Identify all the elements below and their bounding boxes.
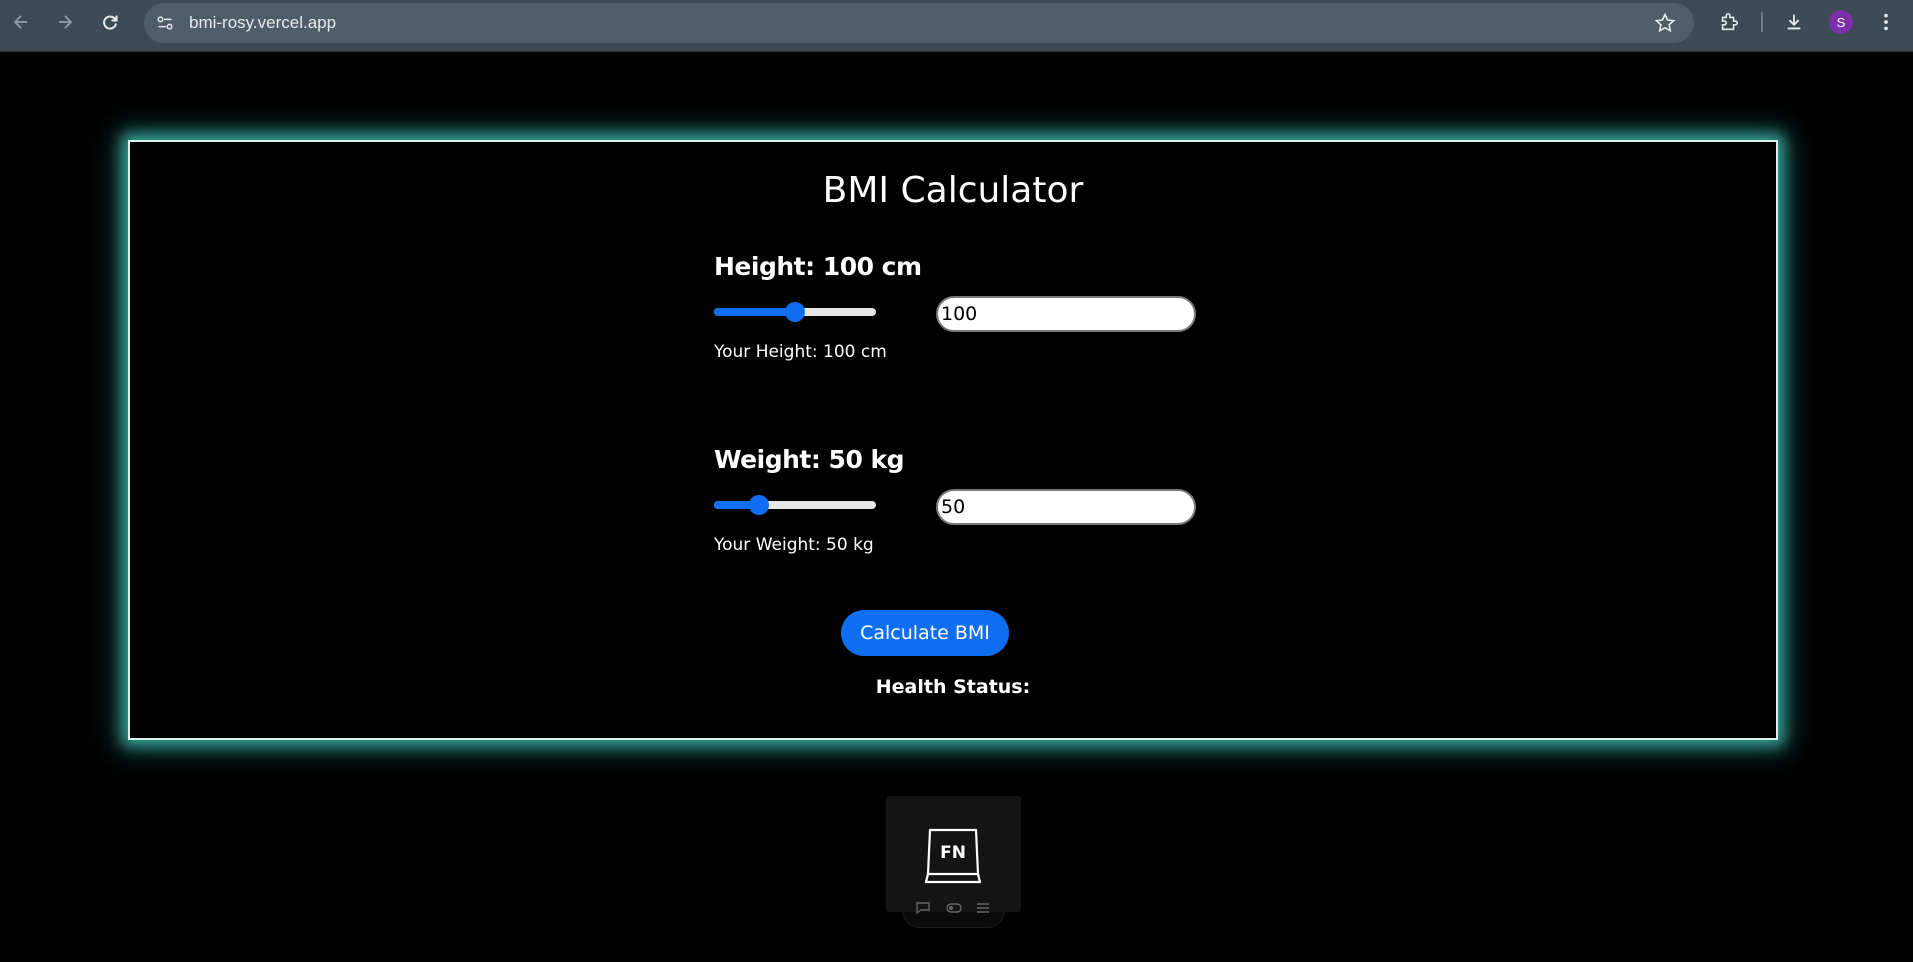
browser-toolbar: bmi-rosy.vercel.app S <box>0 0 1913 52</box>
weight-label: Weight: 50 kg <box>714 445 905 474</box>
url-text: bmi-rosy.vercel.app <box>189 13 337 32</box>
height-label: Height: 100 cm <box>714 252 922 281</box>
download-icon[interactable] <box>1781 9 1807 35</box>
menu-lines-icon[interactable] <box>974 901 992 915</box>
page-title: BMI Calculator <box>822 170 1084 211</box>
height-readout: Your Height: 100 cm <box>714 342 887 362</box>
back-button[interactable] <box>7 8 35 36</box>
weight-slider-thumb[interactable] <box>749 495 770 515</box>
weight-input[interactable]: 50 <box>936 489 1196 525</box>
fn-key-label: FN <box>940 843 966 863</box>
address-bar[interactable]: bmi-rosy.vercel.app <box>144 3 1694 43</box>
bookmark-star-icon[interactable] <box>1654 12 1676 34</box>
fn-key-icon: FN <box>924 828 982 884</box>
chat-icon[interactable] <box>914 901 932 915</box>
fn-widget[interactable]: FN <box>886 796 1021 912</box>
reload-button[interactable] <box>96 8 124 36</box>
back-icon <box>13 15 27 29</box>
site-settings-icon[interactable] <box>154 12 176 34</box>
profile-avatar[interactable]: S <box>1829 10 1853 34</box>
calculate-bmi-button[interactable]: Calculate BMI <box>841 610 1009 656</box>
bmi-card: BMI Calculator Height: 100 cm 100 Your H… <box>128 140 1778 740</box>
forward-button[interactable] <box>51 8 79 36</box>
menu-icon[interactable] <box>1873 9 1899 35</box>
height-slider[interactable] <box>714 302 876 322</box>
toolbar-divider <box>0 51 1913 52</box>
height-slider-thumb[interactable] <box>785 302 805 322</box>
height-slider-fill <box>714 308 795 316</box>
forward-icon <box>59 15 73 29</box>
height-input[interactable]: 100 <box>936 296 1196 332</box>
weight-readout: Your Weight: 50 kg <box>714 535 874 555</box>
extensions-icon[interactable] <box>1716 9 1742 35</box>
health-status: Health Status: <box>875 676 1031 698</box>
reload-icon <box>103 15 118 30</box>
weight-slider[interactable] <box>714 495 876 515</box>
toggle-icon[interactable] <box>945 901 963 915</box>
toolbar-separator <box>1761 12 1763 32</box>
